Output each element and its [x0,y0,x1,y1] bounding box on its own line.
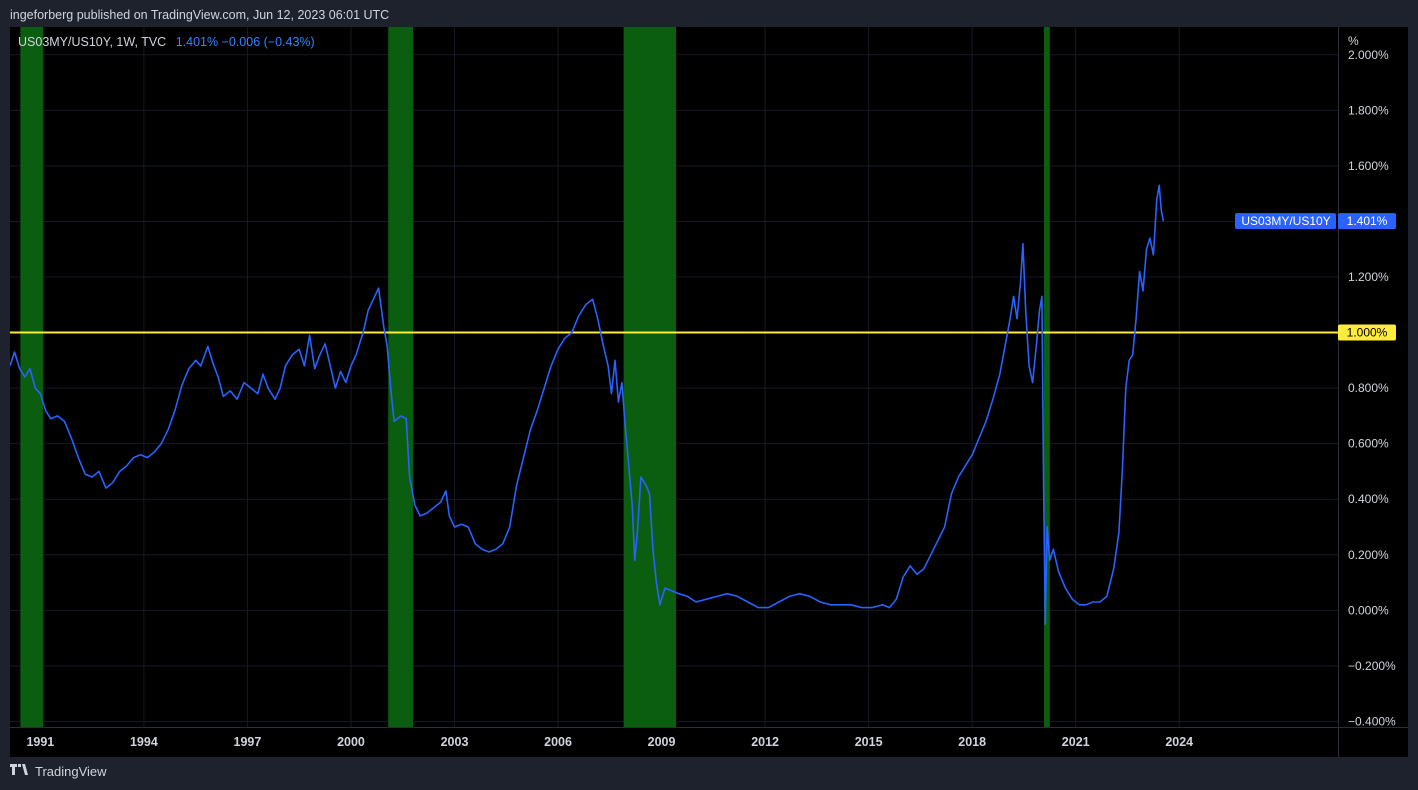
y-tick-label: 0.800% [1348,381,1389,395]
y-tick-label: 0.000% [1348,603,1389,617]
reference-price-label: 1.000% [1347,326,1388,340]
x-tick-label: 2024 [1165,735,1193,749]
y-tick-label: 0.200% [1348,548,1389,562]
x-tick-label: 2003 [441,735,469,749]
last-price-label: 1.401% [1347,214,1388,228]
x-tick-label: 2018 [958,735,986,749]
symbol-legend: US03MY/US10Y, 1W, TVC 1.401% −0.006 (−0.… [18,35,315,49]
recession-band [388,27,414,727]
footer[interactable]: TradingView [10,764,107,779]
y-tick-label: 2.000% [1348,48,1389,62]
y-tick-label: 0.600% [1348,437,1389,451]
price-chart[interactable]: %2.000%1.800%1.600%1.400%1.200%1.000%0.8… [10,27,1408,757]
y-tick-label: 1.200% [1348,270,1389,284]
x-tick-label: 2009 [648,735,676,749]
x-tick-label: 2021 [1062,735,1090,749]
chart-area[interactable]: %2.000%1.800%1.600%1.400%1.200%1.000%0.8… [10,27,1408,757]
recession-shading [20,27,1050,727]
tradingview-logo-icon [10,764,30,779]
symbol-tag-label: US03MY/US10Y [1241,214,1330,228]
series-line [10,184,1165,626]
x-axis: 1991 1994 1997 2000 2003 2006 2009 2012 2015 2018… [26,735,1193,749]
y-tick-label: −0.200% [1348,659,1396,673]
x-tick-label: 1994 [130,735,158,749]
x-tick-label: 2015 [855,735,883,749]
y-tick-label: −0.400% [1348,714,1396,728]
y-tick-label: 1.800% [1348,103,1389,117]
legend-value: 1.401% −0.006 (−0.43%) [175,35,315,49]
x-tick-label: 2006 [544,735,572,749]
legend-symbol: US03MY/US10Y, 1W, TVC [18,35,167,49]
series-line-group [10,184,1165,626]
x-tick-label: 2000 [337,735,365,749]
x-tick-label: 1997 [234,735,262,749]
y-axis-unit: % [1348,34,1359,48]
y-axis: %2.000%1.800%1.600%1.400%1.200%1.000%0.8… [1348,34,1396,728]
footer-brand: TradingView [35,764,107,779]
x-tick-label: 1991 [26,735,54,749]
y-tick-label: 0.400% [1348,492,1389,506]
recession-band [623,27,677,727]
publisher-header: ingeforberg published on TradingView.com… [10,8,390,22]
grid [10,27,1408,757]
y-tick-label: 1.600% [1348,159,1389,173]
x-tick-label: 2012 [751,735,779,749]
